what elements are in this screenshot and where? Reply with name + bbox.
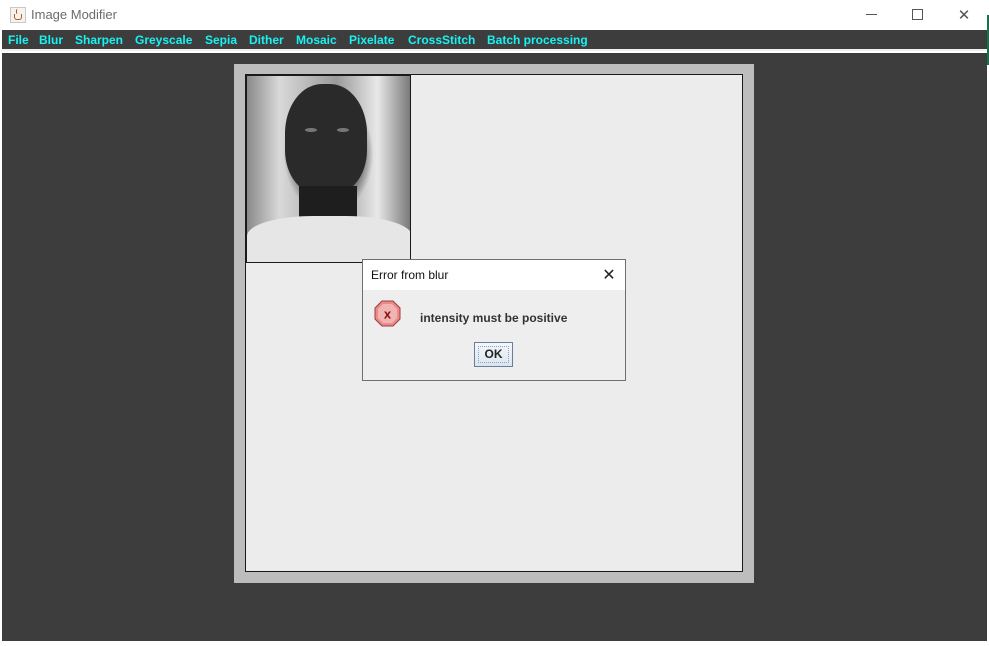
java-app-icon: [10, 7, 26, 23]
menu-pixelate[interactable]: Pixelate: [349, 33, 394, 47]
minimize-icon: [866, 14, 877, 15]
dialog-title-bar[interactable]: Error from blur ✕: [363, 260, 625, 290]
menu-file[interactable]: File: [8, 33, 29, 47]
menu-dither[interactable]: Dither: [249, 33, 284, 47]
focus-ring: [478, 346, 509, 363]
dialog-message: intensity must be positive: [420, 311, 568, 325]
maximize-button[interactable]: [895, 0, 941, 30]
close-button[interactable]: ✕: [941, 0, 987, 30]
menu-greyscale[interactable]: Greyscale: [135, 33, 192, 47]
dialog-close-button[interactable]: ✕: [599, 265, 619, 285]
dialog-title: Error from blur: [371, 268, 449, 282]
menu-blur[interactable]: Blur: [39, 33, 63, 47]
menu-batch-processing[interactable]: Batch processing: [487, 33, 588, 47]
menu-sharpen[interactable]: Sharpen: [75, 33, 123, 47]
menu-crossstitch[interactable]: CrossStitch: [408, 33, 475, 47]
close-icon: ✕: [957, 6, 971, 24]
title-bar[interactable]: Image Modifier ✕: [0, 0, 989, 30]
menu-mosaic[interactable]: Mosaic: [296, 33, 337, 47]
loaded-image: [246, 75, 411, 263]
error-icon: x: [374, 300, 401, 327]
menu-sepia[interactable]: Sepia: [205, 33, 237, 47]
svg-text:x: x: [384, 307, 392, 322]
error-dialog: Error from blur ✕ x intensity must be po…: [362, 259, 626, 381]
window-title: Image Modifier: [31, 7, 117, 22]
close-icon: ✕: [602, 265, 616, 284]
maximize-icon: [912, 9, 923, 20]
app-window: Image Modifier ✕ File Blur Sharpen Greys…: [0, 0, 989, 646]
menu-bar: File Blur Sharpen Greyscale Sepia Dither…: [2, 30, 987, 51]
ok-button[interactable]: OK: [474, 342, 513, 367]
minimize-button[interactable]: [849, 0, 895, 30]
